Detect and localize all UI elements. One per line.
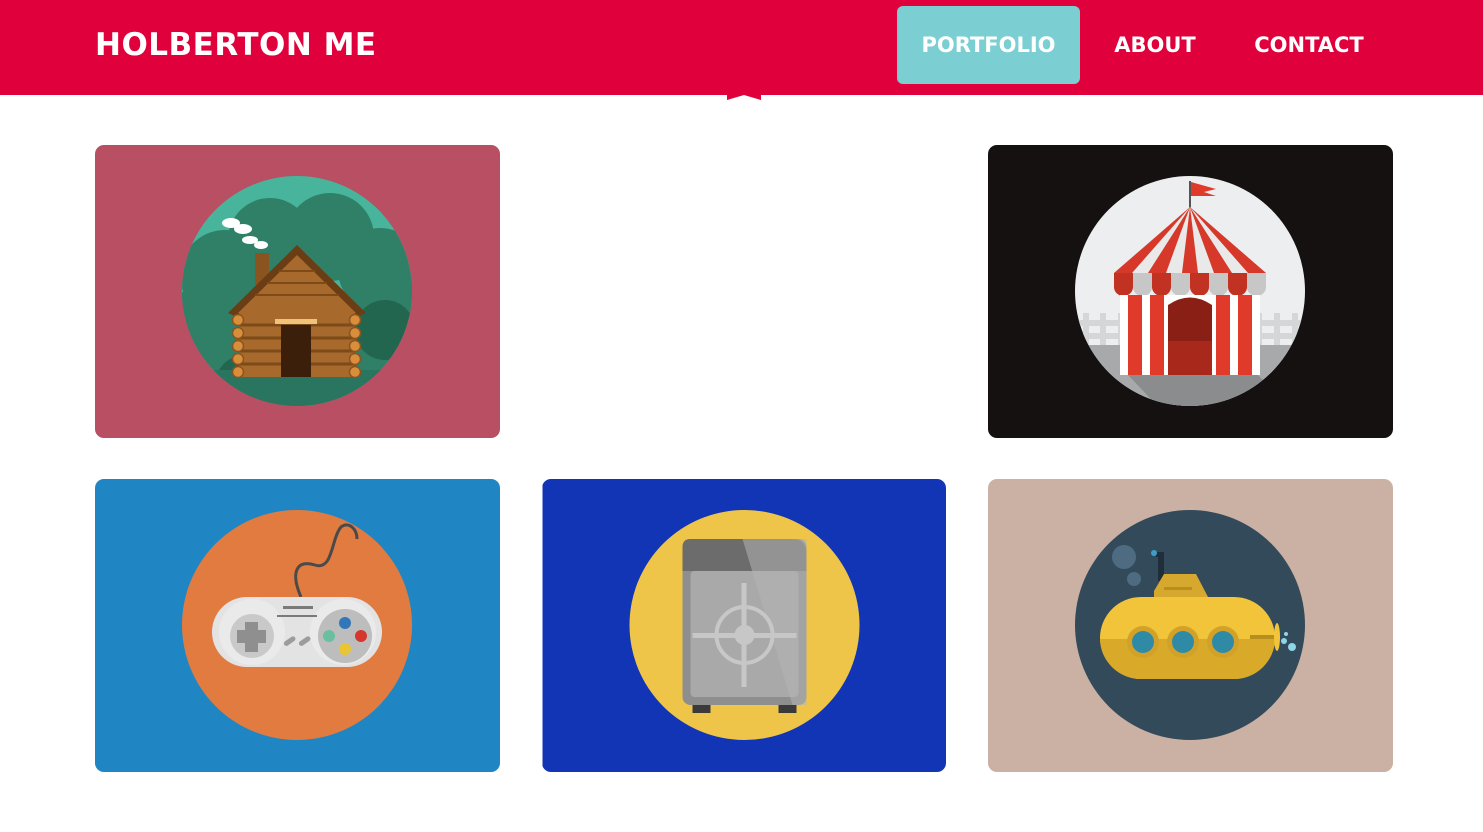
active-indicator-icon <box>727 92 761 100</box>
brand-logo[interactable]: HOLBERTON ME <box>95 26 377 64</box>
circus-tent-icon <box>988 145 1393 438</box>
navbar: HOLBERTON ME PORTFOLIO ABOUT CONTACT <box>0 0 1483 95</box>
nav-portfolio[interactable]: PORTFOLIO <box>897 6 1080 84</box>
submarine-icon <box>988 479 1393 772</box>
log-cabin-icon <box>95 145 500 438</box>
portfolio-item-submarine[interactable] <box>988 479 1393 772</box>
game-controller-icon <box>95 479 500 772</box>
portfolio-item-controller[interactable] <box>95 479 500 772</box>
nav-contact[interactable]: CONTACT <box>1233 6 1385 84</box>
portfolio-item-circus[interactable] <box>988 145 1393 438</box>
portfolio-item-safe[interactable] <box>542 479 946 772</box>
nav-about[interactable]: ABOUT <box>1097 6 1213 84</box>
safe-icon <box>542 479 946 772</box>
portfolio-item-cabin[interactable] <box>95 145 500 438</box>
